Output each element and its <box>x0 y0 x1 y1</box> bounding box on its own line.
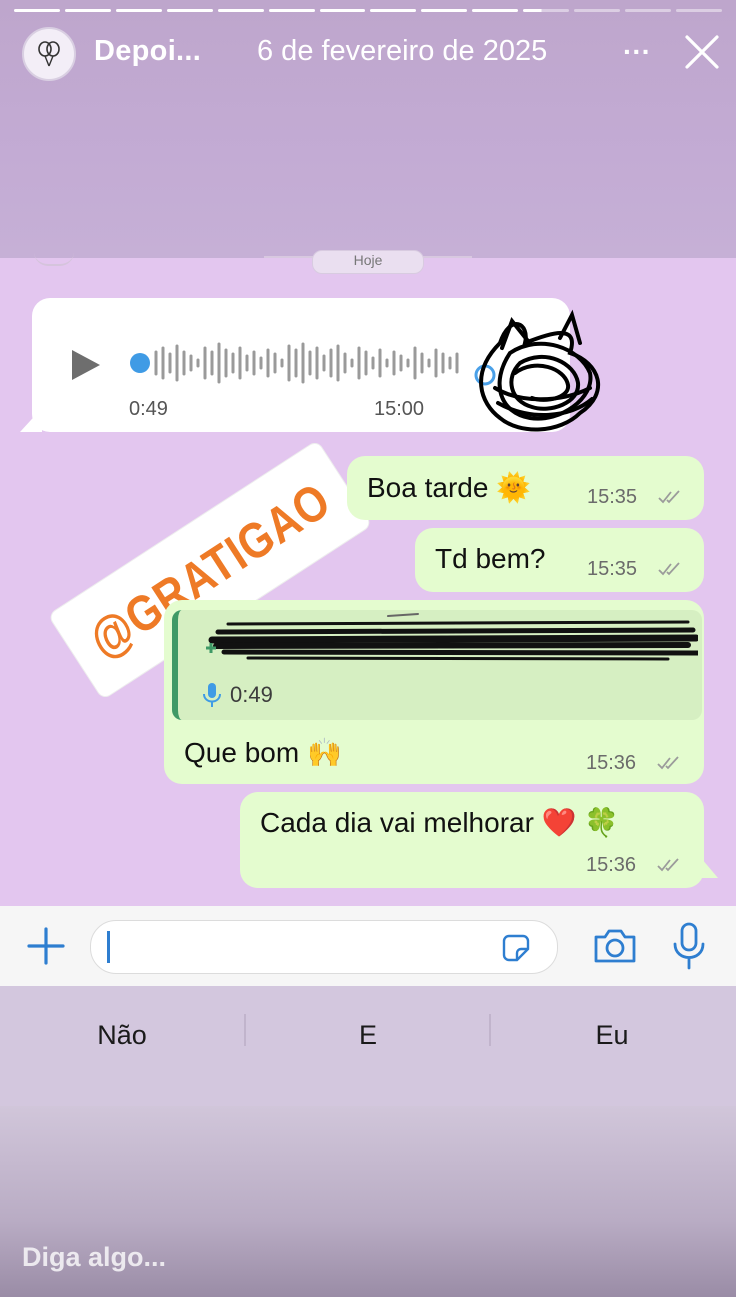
scribble-redaction <box>474 309 601 432</box>
account-avatar[interactable] <box>22 27 76 81</box>
progress-segment <box>574 9 621 12</box>
outgoing-message-bubble: Cada dia vai melhorar ❤️ 🍀 15:36 <box>240 792 704 888</box>
text-caret <box>107 931 110 963</box>
read-ticks-icon <box>657 756 679 770</box>
progress-segment-current <box>523 9 570 12</box>
plus-icon[interactable] <box>26 926 66 966</box>
progress-segment <box>166 9 213 12</box>
progress-segment <box>421 9 468 12</box>
quoted-voice-message[interactable]: 0:49 <box>172 610 702 720</box>
chat-screenshot: Hoje 0:49 15:00 @GRATIGAO Boa tarde 🌞 15… <box>0 250 736 906</box>
outgoing-message-bubble: Td bem? 15:35 <box>415 528 704 592</box>
progress-segment <box>217 9 264 12</box>
message-time: 15:36 <box>586 854 637 876</box>
progress-segment <box>64 9 111 12</box>
suggestion-item[interactable]: Eu <box>512 1020 712 1050</box>
microphone-icon[interactable] <box>672 922 706 970</box>
story-reply-input[interactable]: Diga algo... <box>22 1242 166 1273</box>
suggestion-item[interactable]: Não <box>22 1020 222 1050</box>
message-time: 15:36 <box>586 752 637 774</box>
read-ticks-icon <box>658 562 680 576</box>
message-input[interactable] <box>90 920 558 974</box>
waveform-icon <box>130 342 459 384</box>
sticker-icon[interactable] <box>501 933 531 963</box>
message-text: Que bom 🙌 <box>184 737 342 768</box>
close-icon <box>685 35 719 69</box>
scribble-redaction <box>206 613 698 661</box>
progress-segment <box>625 9 671 12</box>
read-ticks-icon <box>657 858 679 872</box>
progress-segment <box>268 9 315 12</box>
progress-segment <box>472 9 519 12</box>
balloon-logo-icon <box>38 41 60 67</box>
message-text: Cada dia vai melhorar ❤️ 🍀 <box>260 807 620 838</box>
message-text: Td bem? <box>435 543 546 574</box>
microphone-icon <box>203 683 221 707</box>
voice-duration: 0:49 <box>230 682 273 707</box>
bubble-tail <box>696 852 718 878</box>
more-options-button[interactable]: ··· <box>620 30 654 74</box>
story-progress-bar <box>14 9 722 12</box>
voice-duration: 0:49 <box>129 398 168 420</box>
outgoing-reply-bubble: 0:49 Que bom 🙌 15:36 <box>164 600 704 784</box>
story-date: 6 de fevereiro de 2025 <box>257 35 548 67</box>
progress-segment <box>675 9 722 12</box>
day-pill: Hoje <box>312 250 424 274</box>
outgoing-message-bubble: Boa tarde 🌞 15:35 <box>347 456 704 520</box>
progress-segment <box>370 9 417 12</box>
keyboard-suggestion-strip: Não E Eu <box>0 986 736 1106</box>
read-ticks-icon <box>658 490 680 504</box>
account-name[interactable]: Depoi... <box>94 35 201 68</box>
close-button[interactable] <box>683 33 721 71</box>
progress-segment <box>319 9 366 12</box>
message-time: 15:35 <box>587 558 638 580</box>
message-text: Boa tarde 🌞 <box>367 472 532 503</box>
message-time: 15:00 <box>374 398 425 420</box>
suggestion-item[interactable]: E <box>268 1020 468 1050</box>
message-composer <box>0 906 736 986</box>
suggestion-divider <box>244 1014 246 1046</box>
message-time: 15:35 <box>587 486 638 508</box>
progress-segment <box>14 9 60 12</box>
suggestion-divider <box>489 1014 491 1046</box>
play-icon[interactable] <box>70 348 102 382</box>
cropped-avatar <box>34 252 74 266</box>
progress-segment <box>115 9 162 12</box>
camera-icon[interactable] <box>592 926 638 966</box>
bubble-tail <box>20 408 42 432</box>
